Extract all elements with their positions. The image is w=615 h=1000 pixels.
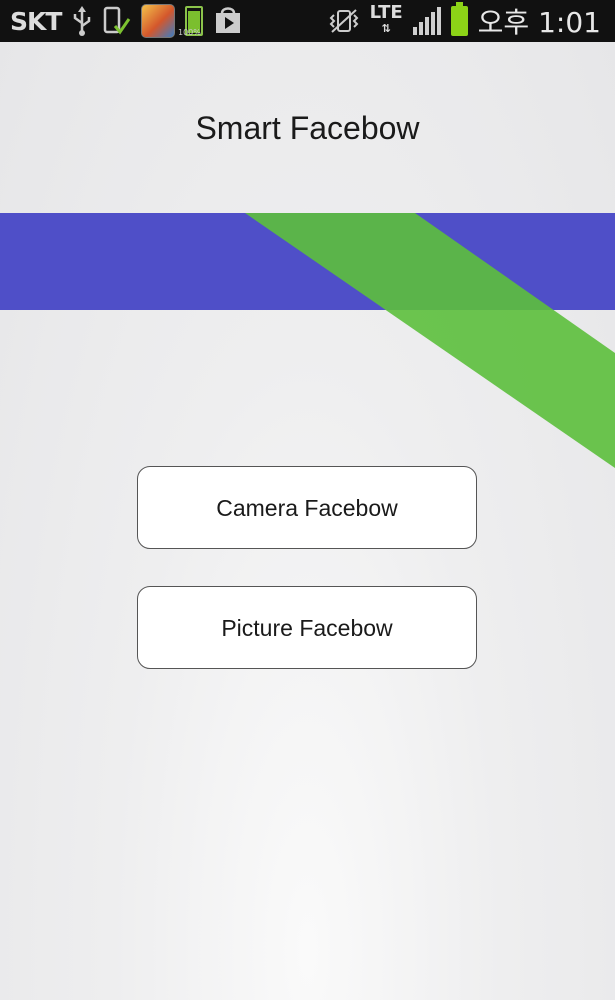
status-bar: SKT 100% LTE ⇅ 오후 1:01 [0,0,615,42]
usb-icon [71,6,93,36]
clock-ampm: 오후 [477,6,530,39]
battery-percent-label: 100% [178,28,201,37]
device-check-icon [103,6,131,36]
play-store-icon [213,7,243,35]
signal-icon [412,7,441,35]
vibrate-icon [328,8,360,34]
app-title: Smart Facebow [195,110,420,146]
lte-icon: LTE ⇅ [369,2,403,36]
lte-label: LTE [369,2,403,23]
clock-time: 1:01 [538,6,601,39]
header-banner [0,213,615,468]
picture-facebow-button[interactable]: Picture Facebow [137,586,477,669]
camera-facebow-button[interactable]: Camera Facebow [137,466,477,549]
clock: 오후 1:01 [478,1,601,41]
battery-full-icon [450,2,468,36]
carrier-label: SKT [10,6,62,36]
app-thumbnail-icon [141,4,176,38]
